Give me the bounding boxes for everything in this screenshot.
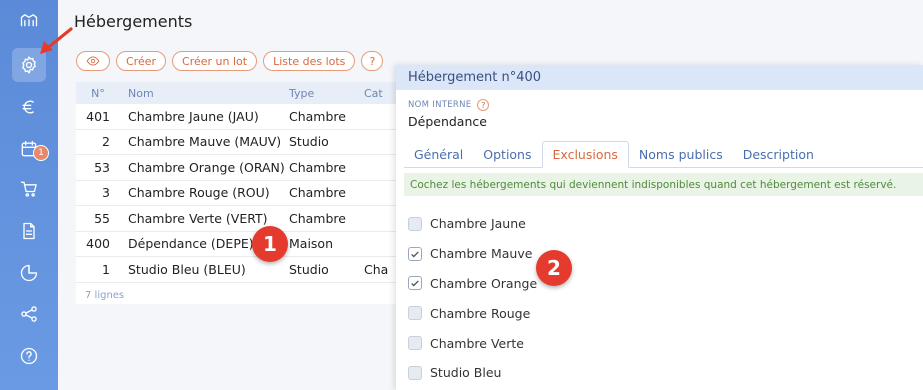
row-nom: Chambre Verte (VERT) <box>128 210 268 226</box>
page-title: Hébergements <box>74 12 193 31</box>
exclusion-label: Chambre Orange <box>430 275 538 291</box>
table-row[interactable]: 401 Chambre Jaune (JAU) Chambre <box>76 104 406 130</box>
column-header-num[interactable]: N° <box>76 87 116 100</box>
table-row[interactable]: 55 Chambre Verte (VERT) Chambre <box>76 206 406 232</box>
row-num: 1 <box>102 261 110 277</box>
help-icon[interactable] <box>12 339 46 373</box>
exclusion-label: Studio Bleu <box>430 365 502 381</box>
table-row[interactable]: 1 Studio Bleu (BLEU) Studio Cha <box>76 257 406 283</box>
row-num: 55 <box>94 210 110 226</box>
tab-exclusions[interactable]: Exclusions <box>541 141 629 168</box>
row-num: 401 <box>86 108 110 124</box>
column-header-nom[interactable]: Nom <box>116 87 289 100</box>
euro-icon[interactable] <box>12 90 46 124</box>
check-icon <box>411 280 419 287</box>
table-row[interactable]: 53 Chambre Orange (ORAN) Chambre <box>76 155 406 181</box>
calendar-badge: 1 <box>33 145 49 161</box>
table-row[interactable]: 2 Chambre Mauve (MAUV) Studio <box>76 130 406 155</box>
internal-name-value: Dépendance <box>408 114 487 129</box>
exclusions-notice: Cochez les hébergements qui deviennent i… <box>404 173 923 196</box>
row-nom: Chambre Orange (ORAN) <box>128 159 285 175</box>
row-nom: Chambre Jaune (JAU) <box>128 108 259 124</box>
exclusion-label: Chambre Verte <box>430 335 524 351</box>
row-num: 400 <box>86 236 110 252</box>
checkbox-checked[interactable] <box>408 246 422 261</box>
checkbox[interactable] <box>408 336 422 351</box>
column-header-type[interactable]: Type <box>289 87 364 100</box>
document-icon[interactable] <box>12 214 46 248</box>
row-type: Chambre <box>289 185 346 201</box>
step-marker-1: 1 <box>252 226 288 262</box>
sidebar: 1 <box>0 0 58 390</box>
tab-description[interactable]: Description <box>733 141 824 168</box>
lot-list-button[interactable]: Liste des lots <box>263 51 356 71</box>
row-num: 3 <box>102 185 110 201</box>
cart-icon[interactable] <box>12 172 46 206</box>
checkbox[interactable] <box>408 216 422 231</box>
row-type: Chambre <box>289 210 346 226</box>
create-button[interactable]: Créer <box>116 51 167 71</box>
exclusion-item[interactable]: Chambre Verte <box>408 328 537 358</box>
row-count: 7 lignes <box>85 289 125 301</box>
checkbox[interactable] <box>408 365 422 380</box>
step-marker-2: 2 <box>536 250 572 286</box>
exclusion-item[interactable]: Chambre Orange <box>408 269 537 299</box>
share-icon[interactable] <box>12 297 46 331</box>
row-nom: Chambre Rouge (ROU) <box>128 185 270 201</box>
row-nom: Chambre Mauve (MAUV) <box>128 134 282 150</box>
accommodations-table: N° Nom Type Cat 401 Chambre Jaune (JAU) … <box>76 82 406 304</box>
accommodation-panel: Hébergement n°400 NOM INTERNE ? Dépendan… <box>396 65 923 390</box>
check-icon <box>411 251 419 258</box>
panel-tabs: Général Options Exclusions Noms publics … <box>404 141 923 168</box>
exclusion-item[interactable]: Studio Bleu <box>408 358 537 388</box>
exclusion-label: Chambre Mauve <box>430 246 533 262</box>
tab-options[interactable]: Options <box>473 141 541 168</box>
tab-general[interactable]: Général <box>404 141 473 168</box>
exclusion-label: Chambre Jaune <box>430 216 526 232</box>
calendar-icon[interactable]: 1 <box>12 132 49 166</box>
pie-chart-icon[interactable] <box>12 256 46 290</box>
create-lot-button[interactable]: Créer un lot <box>172 51 258 71</box>
exclusion-item[interactable]: Chambre Jaune <box>408 209 537 239</box>
row-nom: Studio Bleu (BLEU) <box>128 261 246 277</box>
internal-name-label-text: NOM INTERNE <box>408 100 472 110</box>
exclusions-list: Chambre Jaune Chambre Mauve Chambre Oran… <box>408 209 537 388</box>
row-type: Maison <box>289 236 334 252</box>
table-header: N° Nom Type Cat <box>76 82 406 104</box>
tab-public-names[interactable]: Noms publics <box>629 141 733 168</box>
row-type: Studio <box>289 134 329 150</box>
row-type: Chambre <box>289 159 346 175</box>
row-num: 2 <box>102 134 110 150</box>
row-num: 53 <box>94 159 110 175</box>
annotation-arrow <box>40 27 73 54</box>
view-button[interactable] <box>76 51 110 71</box>
help-button[interactable]: ? <box>361 51 384 71</box>
table-row[interactable]: 400 Dépendance (DEPE) Maison <box>76 232 406 257</box>
table-row[interactable]: 3 Chambre Rouge (ROU) Chambre <box>76 181 406 206</box>
row-type: Studio <box>289 261 329 277</box>
exclusion-label: Chambre Rouge <box>430 305 531 321</box>
toolbar: Créer Créer un lot Liste des lots ? <box>76 51 384 71</box>
field-help-icon[interactable]: ? <box>477 99 490 111</box>
exclusion-item[interactable]: Chambre Mauve <box>408 239 537 269</box>
checkbox-checked[interactable] <box>408 276 422 291</box>
eye-icon <box>86 56 100 66</box>
exclusion-item[interactable]: Chambre Rouge <box>408 298 537 328</box>
checkbox[interactable] <box>408 306 422 321</box>
row-type: Chambre <box>289 108 346 124</box>
panel-title: Hébergement n°400 <box>396 65 923 90</box>
internal-name-label: NOM INTERNE ? <box>408 99 490 111</box>
